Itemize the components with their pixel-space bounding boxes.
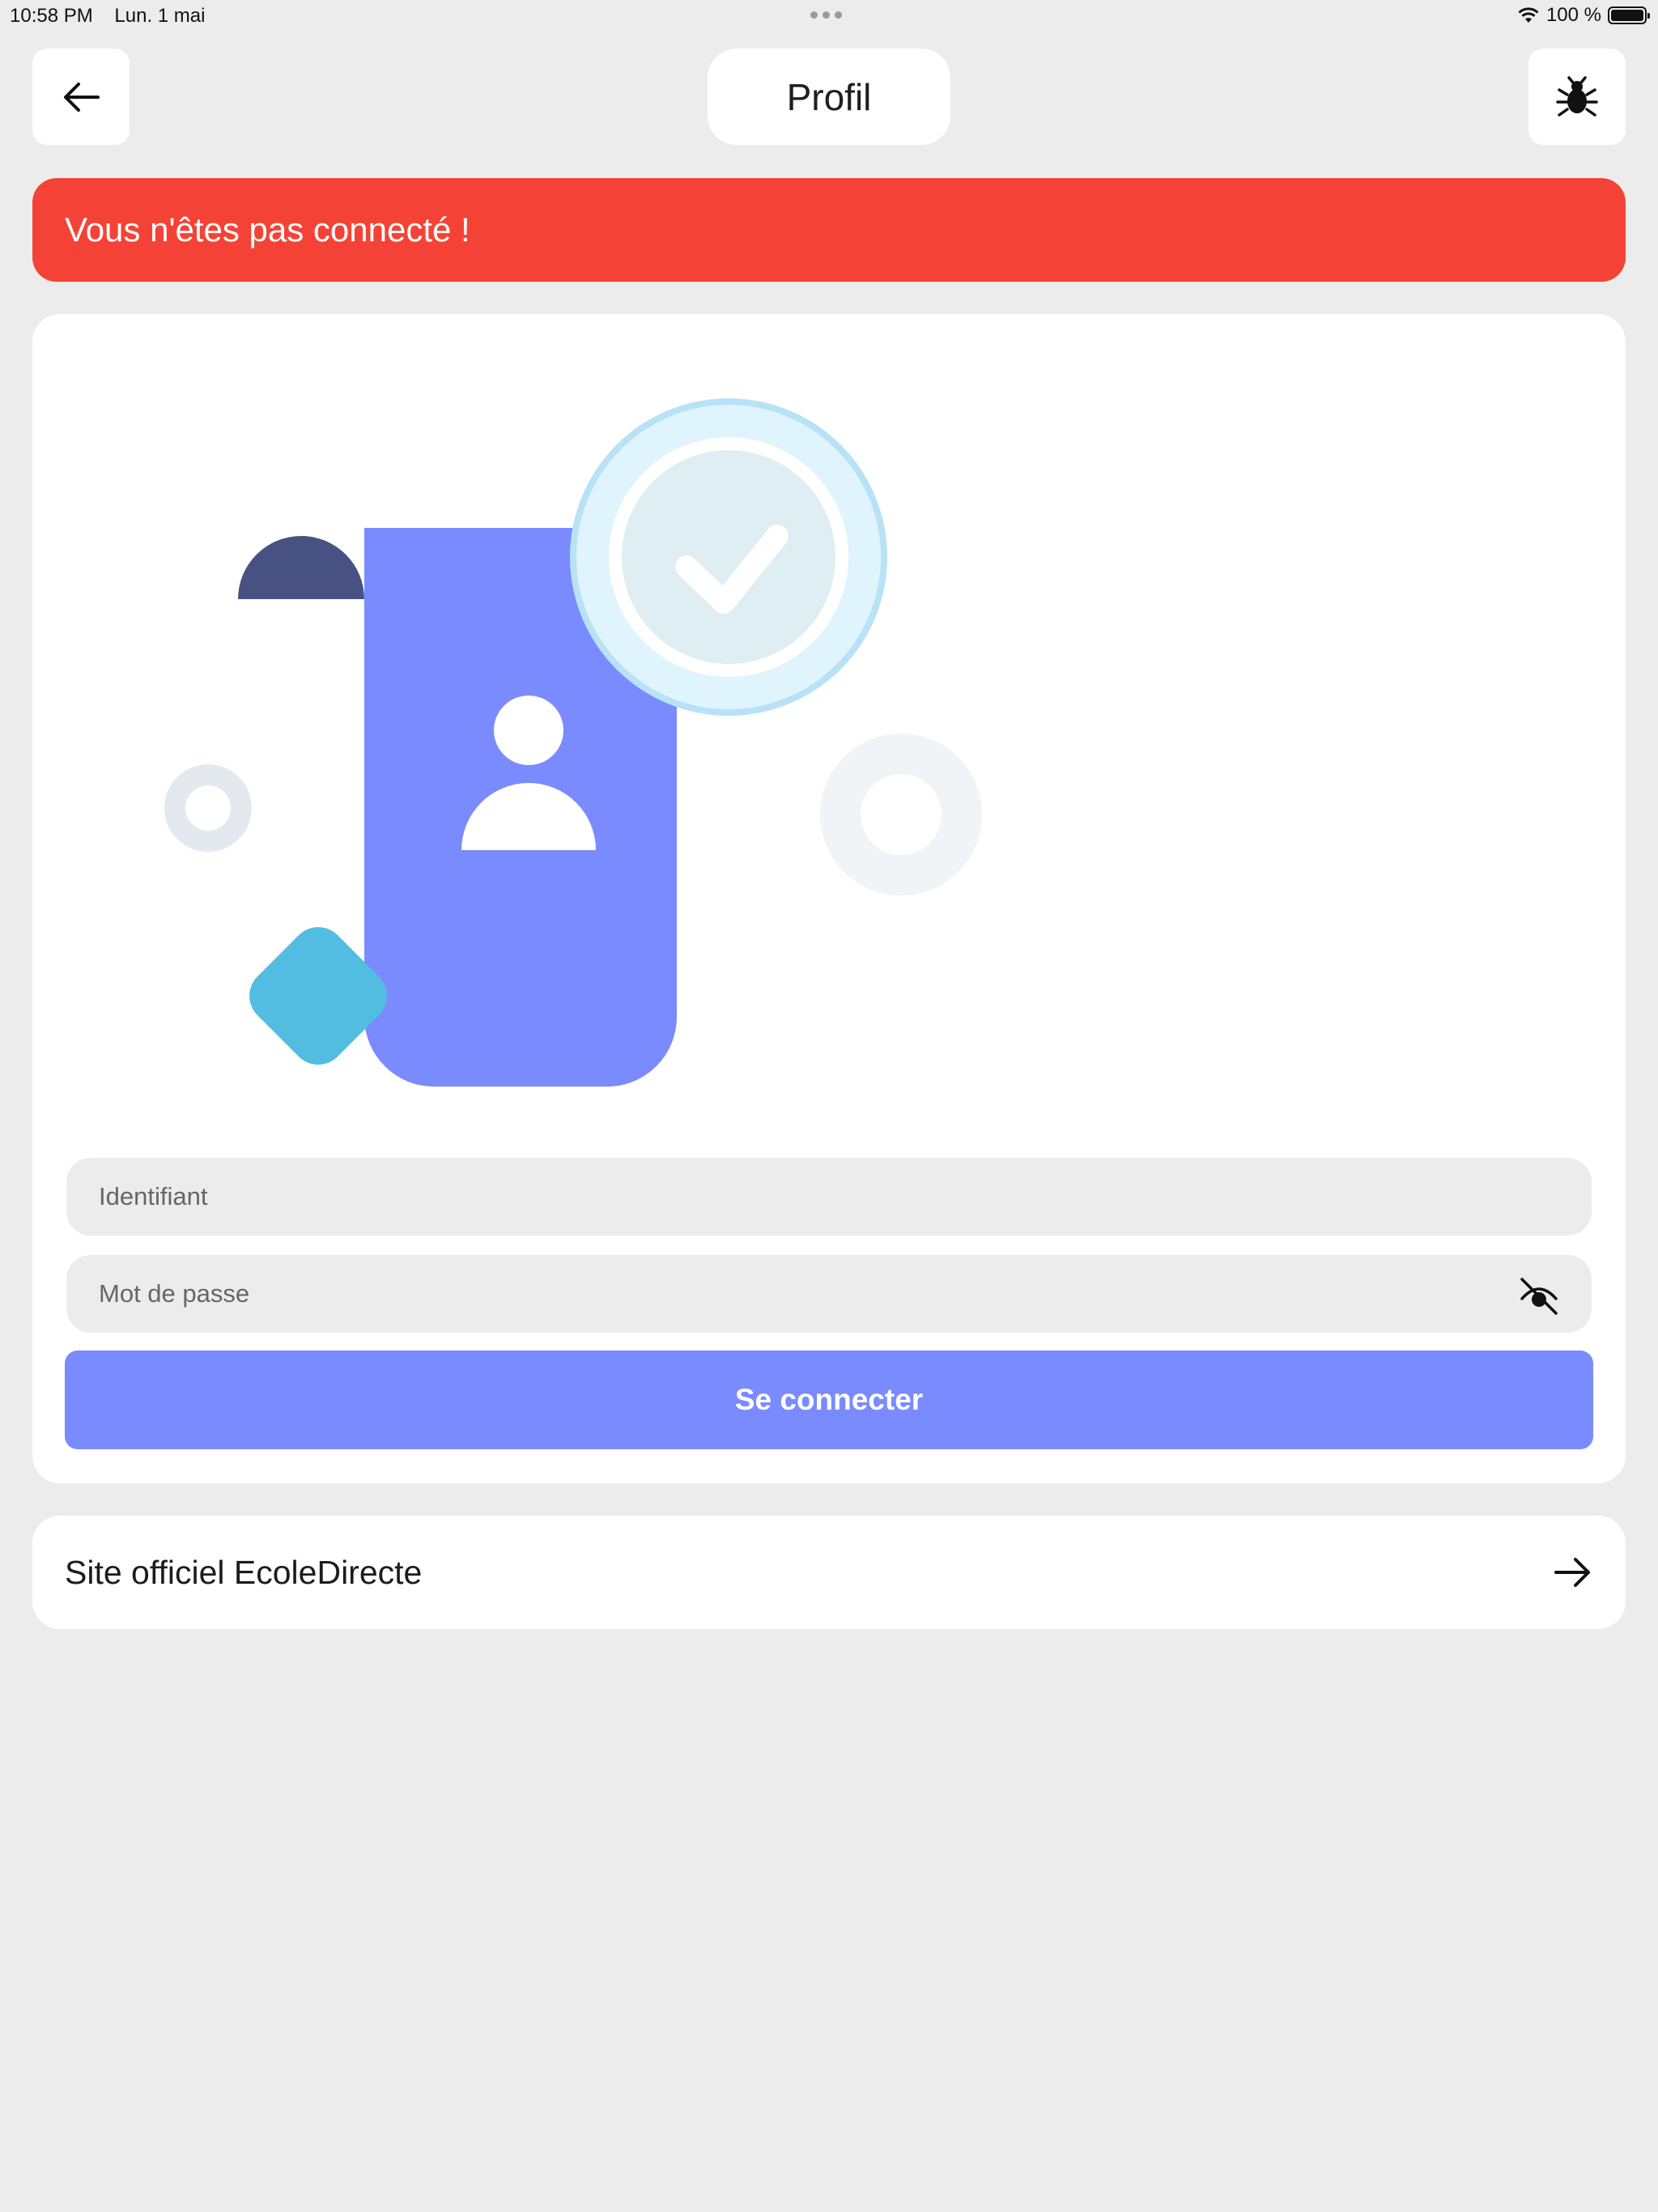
check-badge [570,398,887,716]
status-time: 10:58 PM [10,5,93,27]
status-date: Lun. 1 mai [114,5,206,27]
login-card: Se connecter [32,314,1626,1483]
small-ring-decoration [164,764,252,852]
login-button[interactable]: Se connecter [65,1351,1593,1449]
eye-off-icon [1520,1278,1558,1315]
password-input[interactable] [66,1255,1592,1333]
document-curl [238,536,364,599]
profile-document-check-illustration [164,398,982,1087]
not-connected-alert: Vous n'êtes pas connecté ! [32,178,1626,282]
status-left: 10:58 PM Lun. 1 mai [10,5,221,28]
bug-icon [1556,75,1598,117]
page-title: Profil [708,49,950,145]
password-visibility-toggle[interactable] [1517,1274,1561,1318]
official-site-link[interactable]: Site officiel EcoleDirecte [32,1516,1626,1629]
battery-text: 100 % [1545,4,1601,26]
status-right: 100 % [1517,4,1650,27]
alert-message: Vous n'êtes pas connecté ! [65,211,470,249]
arrow-right-icon [1554,1558,1590,1587]
wifi-icon [1518,7,1539,23]
battery-icon [1608,6,1650,24]
back-button[interactable] [32,49,130,145]
multitasking-dots[interactable] [810,11,842,19]
battery-fill [1611,10,1643,21]
arrow-left-icon [64,82,100,112]
official-site-label: Site officiel EcoleDirecte [65,1553,423,1591]
username-input[interactable] [66,1158,1592,1236]
status-bar: 10:58 PM Lun. 1 mai 100 % [0,0,1658,32]
bug-report-button[interactable] [1528,49,1626,145]
large-ring-decoration [820,734,982,895]
